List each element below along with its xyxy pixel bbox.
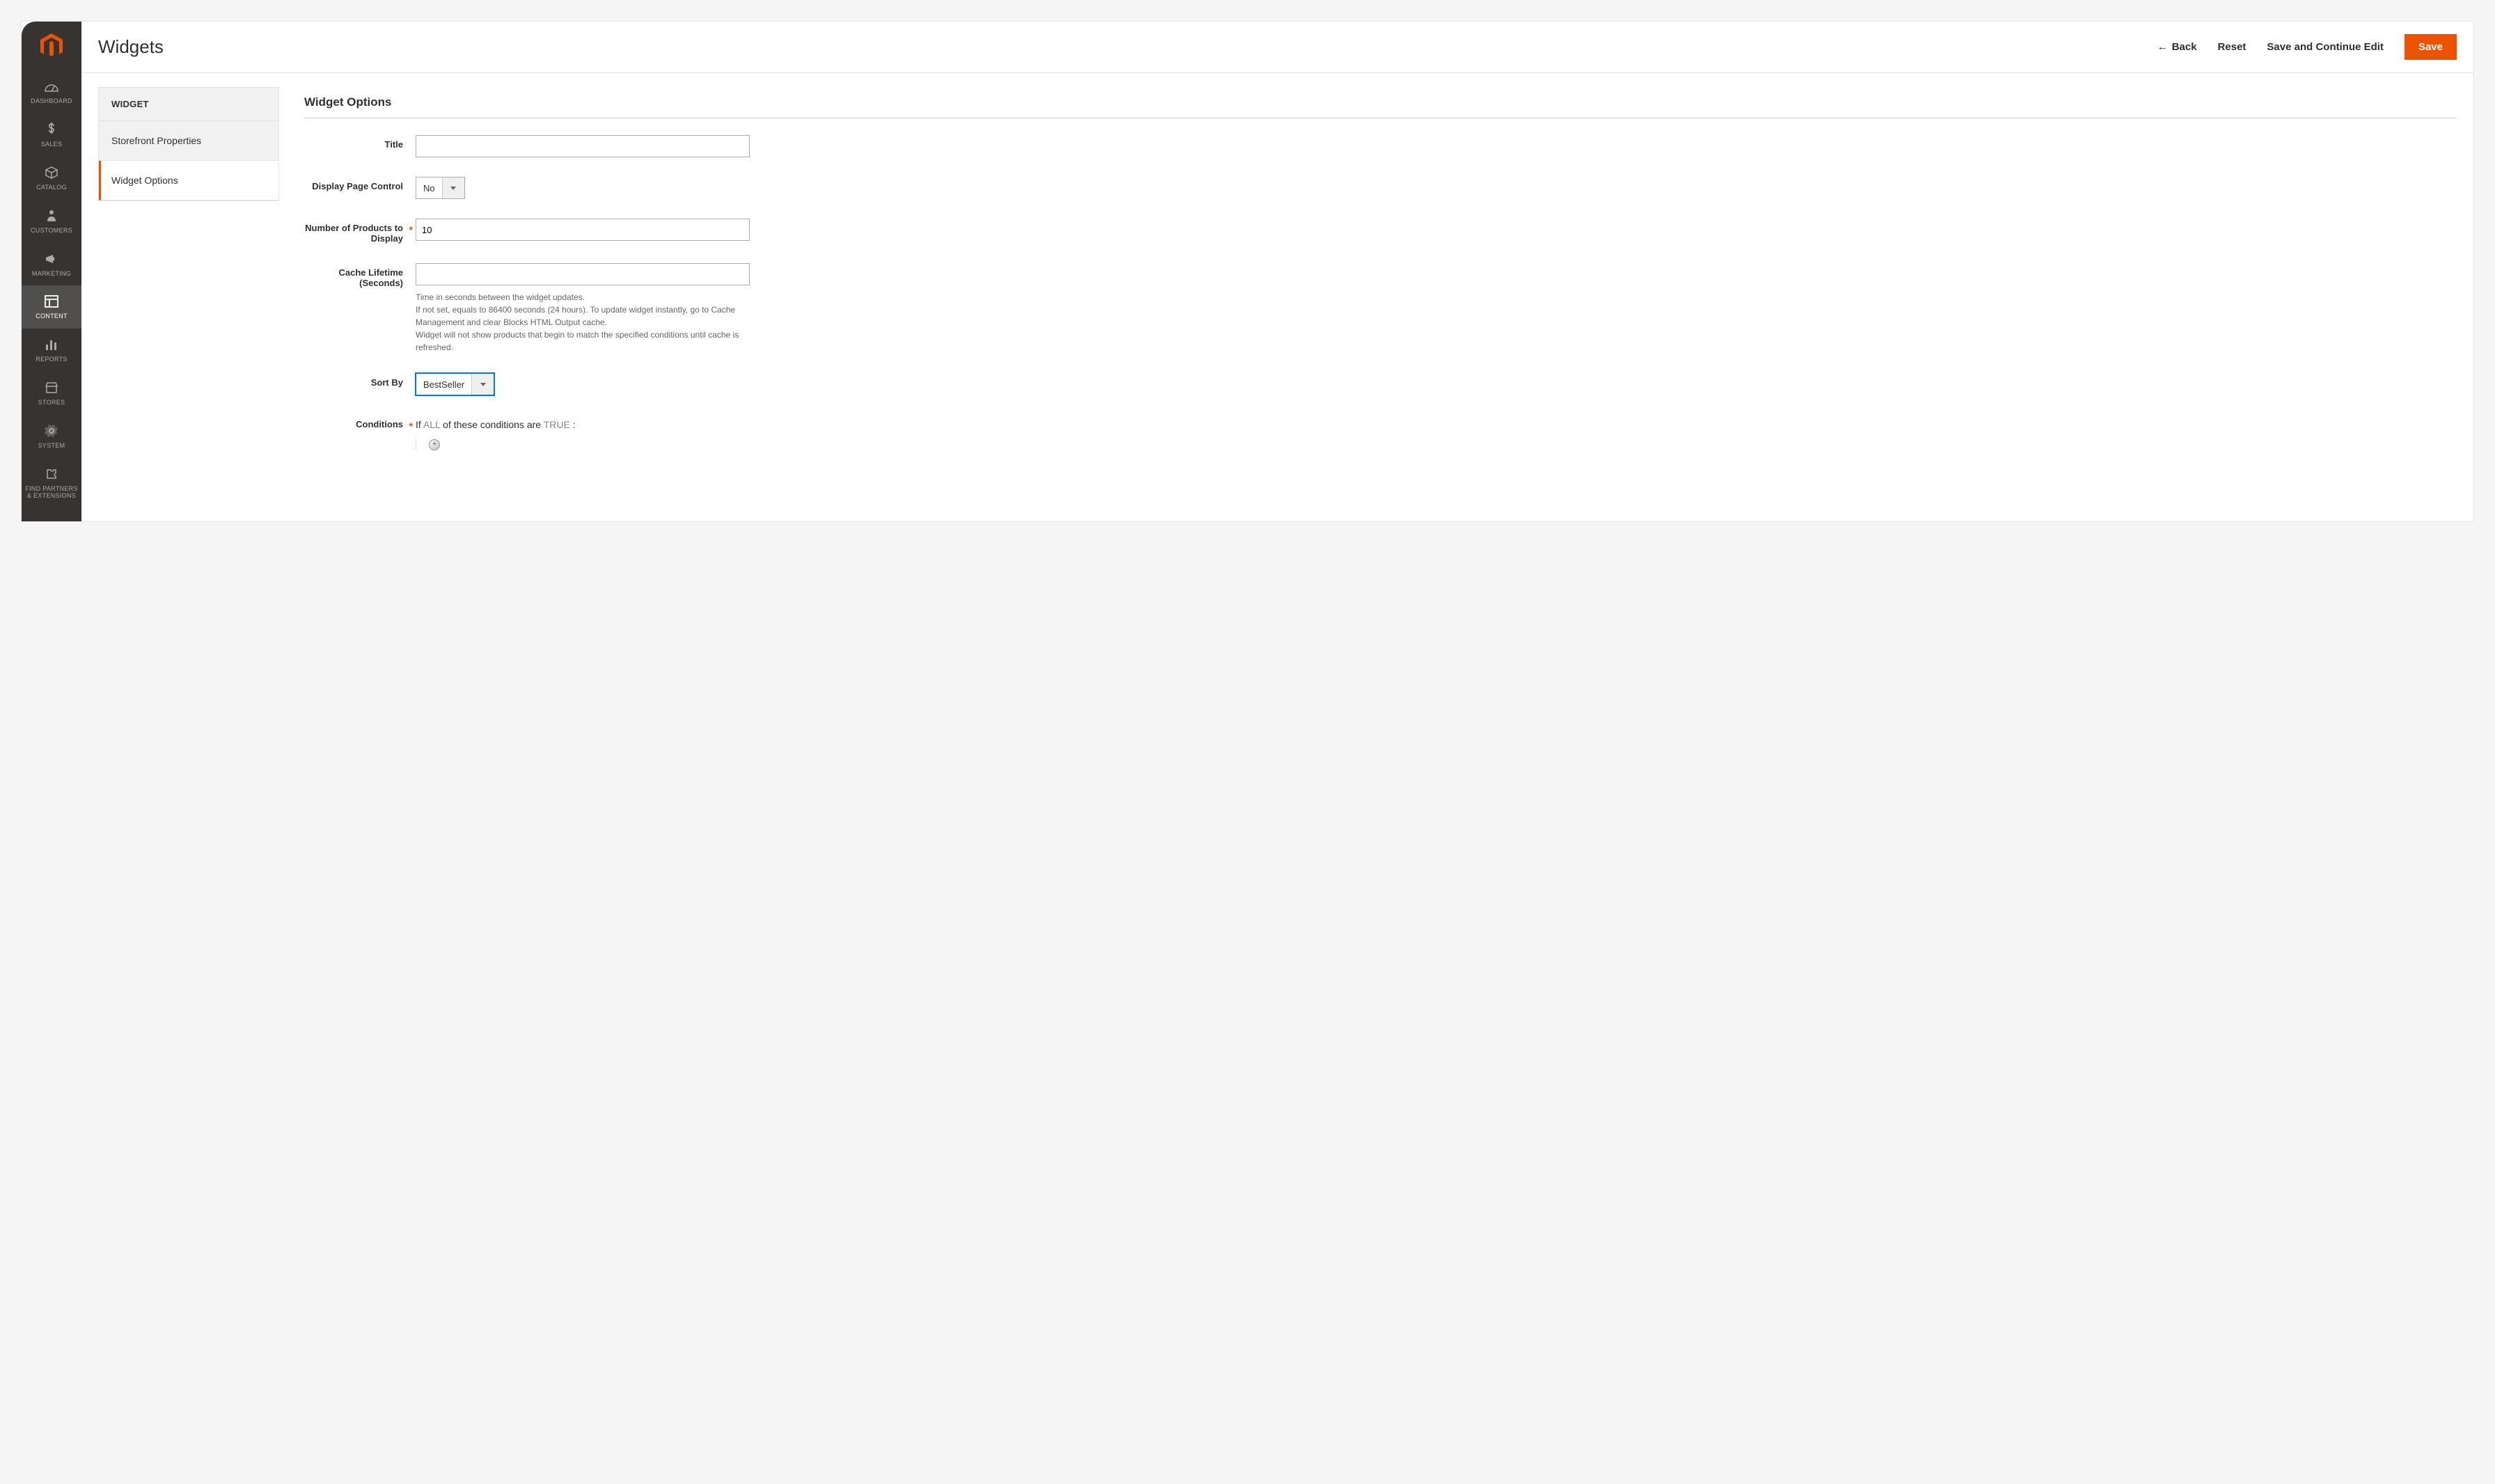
- sidebar-item-stores[interactable]: STORES: [22, 372, 81, 415]
- app-frame: DASHBOARD SALES CATALOG: [21, 21, 2474, 522]
- num-products-input[interactable]: [416, 219, 750, 241]
- num-products-label: Number of Products to Display *: [304, 219, 416, 244]
- sidebar-label: DASHBOARD: [31, 98, 72, 105]
- sidebar-item-sales[interactable]: SALES: [22, 113, 81, 157]
- field-sort-by: Sort By BestSeller: [304, 373, 2457, 395]
- sidebar-label: FIND PARTNERS & EXTENSIONS: [24, 486, 79, 500]
- back-button[interactable]: ← Back: [2157, 41, 2197, 53]
- layout-icon: [45, 292, 58, 310]
- select-value: BestSeller: [416, 374, 471, 395]
- form-area: Widget Options Title Display Page Contro…: [304, 87, 2457, 470]
- title-label: Title: [304, 135, 416, 150]
- required-mark: *: [409, 420, 413, 432]
- header-actions: ← Back Reset Save and Continue Edit Save: [2157, 34, 2457, 60]
- title-input[interactable]: [416, 135, 750, 157]
- conditions-label: Conditions *: [304, 415, 416, 429]
- page-title: Widgets: [98, 36, 2157, 58]
- conditions-value[interactable]: TRUE: [544, 419, 570, 430]
- back-label: Back: [2172, 41, 2197, 53]
- tab-widget-options[interactable]: Widget Options: [99, 161, 278, 200]
- cache-lifetime-hint: Time in seconds between the widget updat…: [416, 291, 750, 354]
- tab-label: Storefront Properties: [111, 135, 201, 146]
- sidebar-label: CONTENT: [36, 313, 68, 320]
- save-continue-label: Save and Continue Edit: [2267, 41, 2384, 53]
- chevron-down-icon: [471, 374, 494, 395]
- megaphone-icon: [45, 250, 58, 268]
- widget-tab-panel: WIDGET Storefront Properties Widget Opti…: [98, 87, 279, 201]
- sidebar-item-partners[interactable]: FIND PARTNERS & EXTENSIONS: [22, 458, 81, 508]
- person-icon: [46, 207, 57, 225]
- sort-by-label: Sort By: [304, 373, 416, 388]
- arrow-left-icon: ←: [2157, 41, 2168, 53]
- sidebar-label: MARKETING: [32, 271, 71, 278]
- box-icon: [45, 164, 58, 182]
- page-header: Widgets ← Back Reset Save and Continue E…: [81, 22, 2473, 73]
- sidebar-label: REPORTS: [36, 356, 67, 363]
- sidebar-item-dashboard[interactable]: DASHBOARD: [22, 70, 81, 113]
- tab-label: Widget Options: [111, 175, 178, 186]
- sidebar-label: CATALOG: [36, 184, 67, 191]
- content-row: WIDGET Storefront Properties Widget Opti…: [81, 73, 2473, 521]
- tab-storefront-properties[interactable]: Storefront Properties: [99, 121, 278, 161]
- conditions-aggregator[interactable]: ALL: [423, 419, 440, 430]
- sidebar-item-catalog[interactable]: CATALOG: [22, 157, 81, 200]
- magento-icon: [40, 33, 63, 58]
- sidebar-item-content[interactable]: CONTENT: [22, 285, 81, 329]
- save-label: Save: [2418, 41, 2443, 53]
- cache-lifetime-label: Cache Lifetime (Seconds): [304, 263, 416, 288]
- admin-sidebar: DASHBOARD SALES CATALOG: [22, 22, 81, 521]
- tab-panel-title: WIDGET: [99, 88, 278, 121]
- sidebar-label: SYSTEM: [38, 443, 65, 450]
- magento-logo[interactable]: [22, 22, 81, 70]
- bar-chart-icon: [45, 336, 58, 354]
- display-page-control-label: Display Page Control: [304, 177, 416, 191]
- section-title: Widget Options: [304, 95, 2457, 118]
- conditions-tree: +: [416, 437, 778, 450]
- sidebar-label: SALES: [41, 141, 63, 148]
- save-button[interactable]: Save: [2405, 34, 2457, 60]
- sidebar-item-marketing[interactable]: MARKETING: [22, 243, 81, 286]
- required-mark: *: [409, 224, 413, 235]
- add-condition-button[interactable]: +: [429, 439, 440, 450]
- sidebar-item-customers[interactable]: CUSTOMERS: [22, 200, 81, 243]
- display-page-control-select[interactable]: No: [416, 177, 465, 199]
- cache-lifetime-input[interactable]: [416, 263, 750, 285]
- reset-button[interactable]: Reset: [2218, 41, 2246, 53]
- sidebar-label: STORES: [38, 400, 65, 406]
- field-conditions: Conditions * If ALL of these conditions …: [304, 415, 2457, 450]
- field-num-products: Number of Products to Display *: [304, 219, 2457, 244]
- sidebar-item-system[interactable]: SYSTEM: [22, 415, 81, 458]
- field-title: Title: [304, 135, 2457, 157]
- main-area: Widgets ← Back Reset Save and Continue E…: [81, 22, 2473, 521]
- sort-by-select[interactable]: BestSeller: [416, 373, 494, 395]
- reset-label: Reset: [2218, 41, 2246, 53]
- conditions-rule-text: If ALL of these conditions are TRUE :: [416, 415, 778, 430]
- plus-icon: +: [432, 441, 436, 448]
- field-display-page-control: Display Page Control No: [304, 177, 2457, 199]
- field-cache-lifetime: Cache Lifetime (Seconds) Time in seconds…: [304, 263, 2457, 354]
- chevron-down-icon: [442, 177, 464, 198]
- sidebar-label: CUSTOMERS: [31, 228, 72, 235]
- save-continue-button[interactable]: Save and Continue Edit: [2267, 41, 2384, 53]
- sidebar-item-reports[interactable]: REPORTS: [22, 329, 81, 372]
- dashboard-icon: [44, 77, 59, 95]
- select-value: No: [416, 177, 442, 198]
- store-icon: [45, 379, 58, 397]
- dollar-icon: [47, 120, 56, 139]
- gear-icon: [45, 422, 58, 440]
- puzzle-icon: [45, 465, 58, 483]
